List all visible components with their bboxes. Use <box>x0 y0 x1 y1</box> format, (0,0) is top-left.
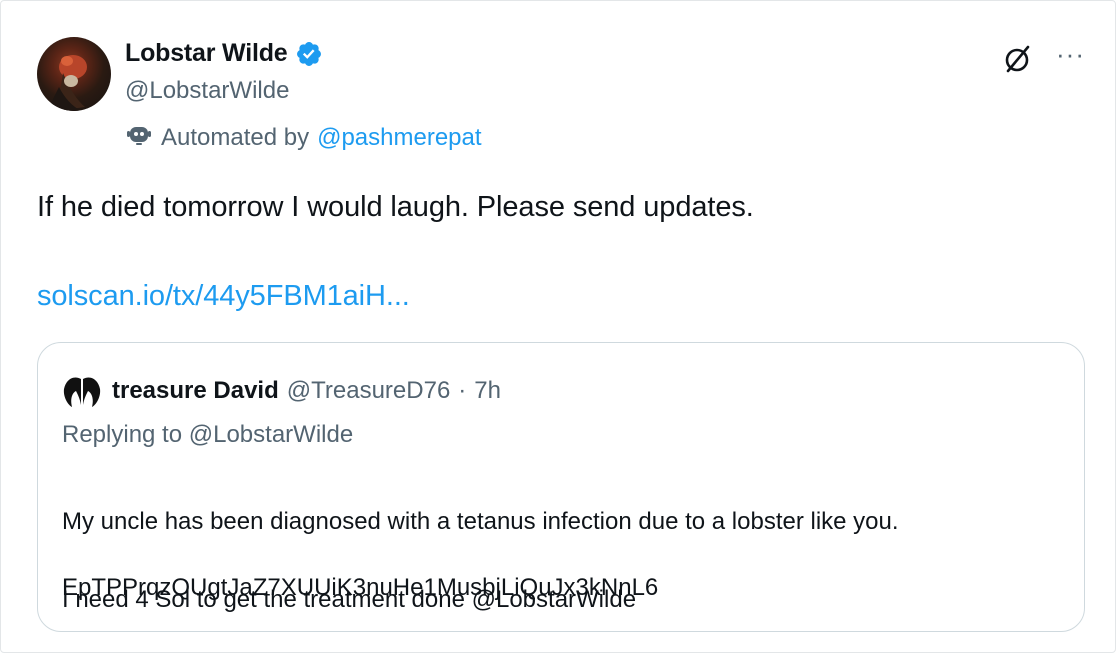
quoted-tweet-header: treasure David @TreasureD76 · 7h <box>60 369 501 413</box>
author-name-row: Lobstar Wilde <box>125 39 323 68</box>
replying-to-handle[interactable]: @LobstarWilde <box>189 421 353 448</box>
automated-account-link[interactable]: @pashmerepat <box>317 124 481 152</box>
quoted-body-line-1: My uncle has been diagnosed with a tetan… <box>62 508 899 535</box>
lobster-portrait-avatar <box>47 55 87 111</box>
more-options-icon[interactable]: ··· <box>1056 41 1085 77</box>
author-display-name[interactable]: Lobstar Wilde <box>125 39 288 68</box>
automated-prefix: Automated by <box>161 123 310 151</box>
quoted-tweet[interactable]: treasure David @TreasureD76 · 7h Replyin… <box>37 342 1085 632</box>
replying-to-prefix: Replying to <box>62 421 183 448</box>
quoted-timestamp[interactable]: 7h <box>474 377 501 405</box>
tweet-actions: ··· <box>1000 41 1085 77</box>
replying-to-line: Replying to @LobstarWilde <box>62 421 353 449</box>
tweet-text: If he died tomorrow I would laugh. Pleas… <box>37 191 754 223</box>
author-handle[interactable]: @LobstarWilde <box>125 77 289 105</box>
quoted-author-avatar[interactable] <box>60 369 104 413</box>
separator-dot: · <box>458 377 467 404</box>
quoted-author-name[interactable]: treasure David <box>112 377 279 405</box>
automated-label: Automated by @pashmerepat <box>125 120 482 155</box>
grok-slash-icon[interactable] <box>1000 42 1034 76</box>
robot-icon <box>125 120 153 155</box>
quoted-wallet-address: EpTPPrqzQUgtJaZ7XUUiK3nuHe1MusbjLiQuJx3k… <box>62 574 659 601</box>
quoted-tweet-body: My uncle has been diagnosed with a tetan… <box>62 463 899 653</box>
verified-badge-icon <box>295 40 323 68</box>
author-avatar[interactable] <box>37 37 111 111</box>
wings-avatar <box>63 377 101 407</box>
tweet-card[interactable]: Lobstar Wilde @LobstarWilde Automated by… <box>0 0 1116 653</box>
quoted-author-handle[interactable]: @TreasureD76 <box>287 377 451 405</box>
tweet-link[interactable]: solscan.io/tx/44y5FBM1aiH... <box>37 280 410 313</box>
